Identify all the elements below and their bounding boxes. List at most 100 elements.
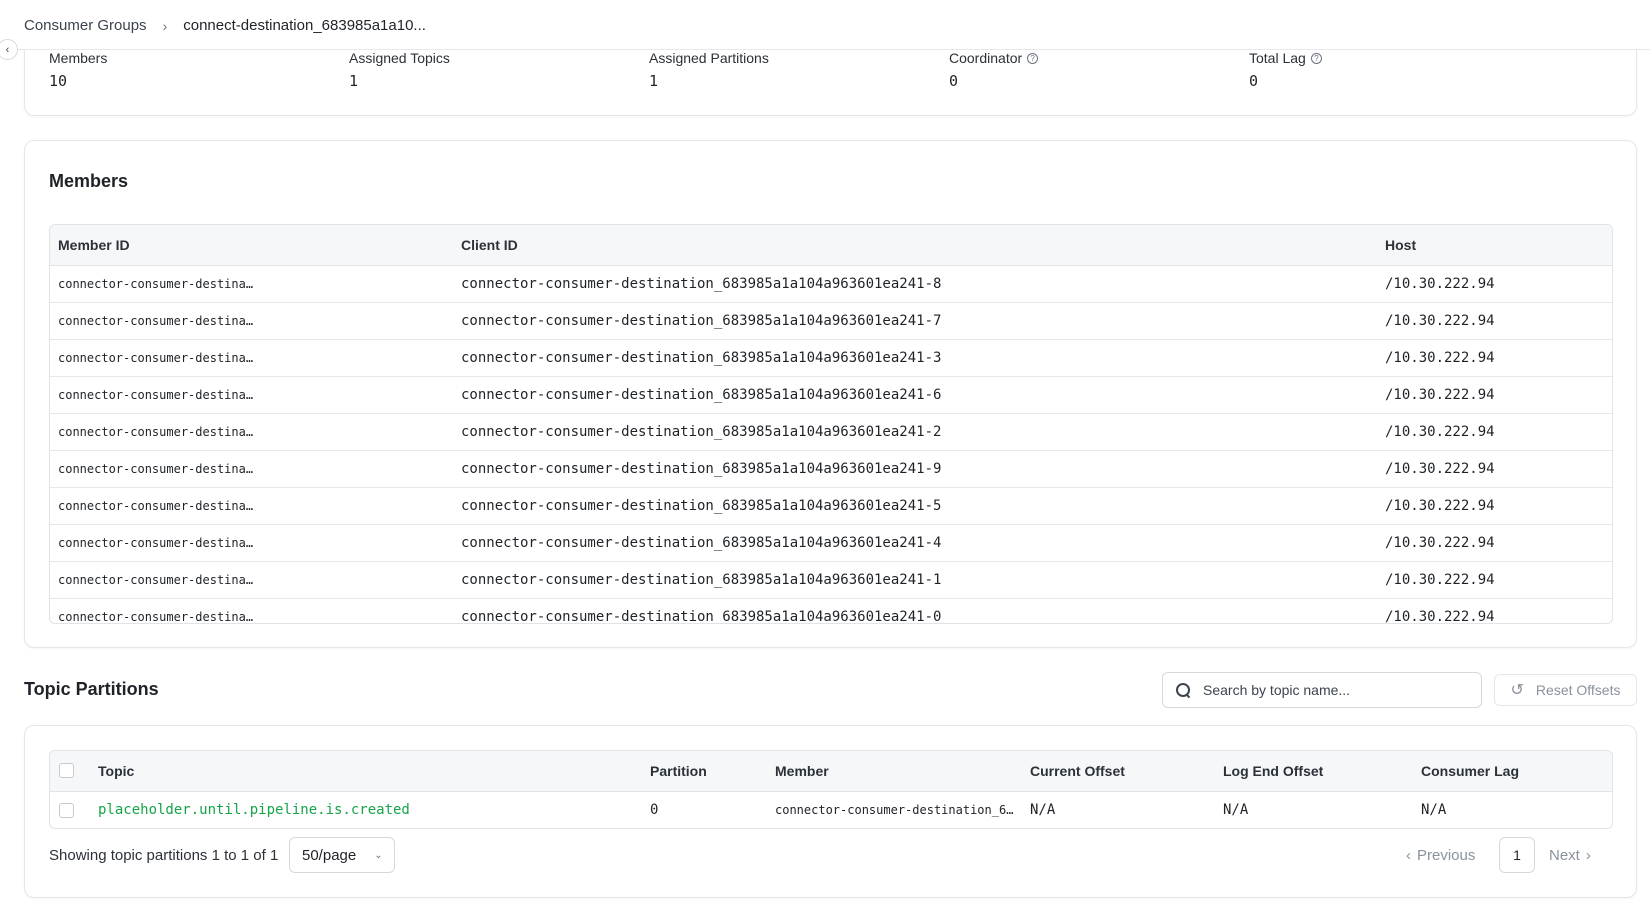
page-size-value: 50/page — [302, 846, 357, 864]
member-id-cell: connector-consumer-destina… — [58, 573, 254, 587]
column-header-log-end-offset: Log End Offset — [1223, 763, 1324, 779]
member-id-cell: connector-consumer-destina… — [58, 425, 254, 439]
members-table[interactable]: Member ID Client ID Host connector-consu… — [49, 224, 1613, 624]
topic-search-box[interactable] — [1162, 672, 1482, 708]
client-id-cell: connector-consumer-destination_683985a1a… — [461, 313, 942, 329]
breadcrumb-consumer-groups-link[interactable]: Consumer Groups — [24, 17, 147, 34]
host-cell: /10.30.222.94 — [1385, 387, 1495, 403]
stat-label: Assigned Partitions — [649, 50, 769, 66]
host-cell: /10.30.222.94 — [1385, 276, 1495, 292]
client-id-cell: connector-consumer-destination_683985a1a… — [461, 387, 942, 403]
stat-assigned-partitions: Assigned Partitions 1 — [649, 50, 769, 90]
stat-coordinator: Coordinator? 0 — [949, 50, 1039, 90]
stat-value: 0 — [949, 72, 959, 90]
table-row[interactable]: connector-consumer-destina… connector-con… — [50, 414, 1612, 451]
column-header-consumer-lag: Consumer Lag — [1421, 763, 1520, 779]
stat-value: 1 — [349, 72, 359, 90]
stat-value: 10 — [49, 72, 68, 90]
topic-partitions-title: Topic Partitions — [24, 679, 159, 699]
top-bar: Consumer Groups › connect-destination_68… — [0, 0, 1650, 50]
partition-cell: 0 — [650, 802, 659, 818]
host-cell: /10.30.222.94 — [1385, 461, 1495, 477]
member-id-cell: connector-consumer-destina… — [58, 462, 254, 476]
search-icon — [1175, 682, 1191, 698]
member-id-cell: connector-consumer-destina… — [58, 499, 254, 513]
help-icon[interactable]: ? — [1027, 52, 1039, 64]
select-all-checkbox[interactable] — [59, 763, 74, 778]
pagination-summary: Showing topic partitions 1 to 1 of 1 — [49, 847, 279, 864]
column-header-current-offset: Current Offset — [1030, 763, 1125, 779]
column-header-member: Member — [775, 763, 829, 779]
client-id-cell: connector-consumer-destination_683985a1a… — [461, 276, 942, 292]
topic-partitions-header: Topic Partition Member Current Offset Lo… — [50, 751, 1612, 792]
column-header-member-id: Member ID — [58, 237, 130, 253]
column-header-partition: Partition — [650, 763, 707, 779]
table-row[interactable]: connector-consumer-destina… connector-con… — [50, 451, 1612, 488]
table-row[interactable]: connector-consumer-destina… connector-con… — [50, 525, 1612, 562]
page-number-button[interactable]: 1 — [1499, 837, 1535, 873]
host-cell: /10.30.222.94 — [1385, 609, 1495, 624]
breadcrumb: Consumer Groups › connect-destination_68… — [24, 17, 426, 34]
host-cell: /10.30.222.94 — [1385, 350, 1495, 366]
chevron-right-icon: › — [1585, 847, 1591, 864]
member-id-cell: connector-consumer-destina… — [58, 536, 254, 550]
table-row[interactable]: connector-consumer-destina… connector-con… — [50, 488, 1612, 525]
client-id-cell: connector-consumer-destination_683985a1a… — [461, 535, 942, 551]
previous-page-button[interactable]: ‹ Previous — [1406, 847, 1475, 864]
host-cell: /10.30.222.94 — [1385, 424, 1495, 440]
topic-search-input[interactable] — [1203, 682, 1463, 698]
reset-offsets-button[interactable]: ↺ Reset Offsets — [1494, 674, 1637, 706]
member-id-cell: connector-consumer-destina… — [58, 351, 254, 365]
table-row[interactable]: connector-consumer-destina… connector-con… — [50, 599, 1612, 624]
client-id-cell: connector-consumer-destination_683985a1a… — [461, 498, 942, 514]
table-row[interactable]: connector-consumer-destina… connector-con… — [50, 266, 1612, 303]
sidebar-collapse-button[interactable]: ‹ — [0, 39, 18, 60]
table-row[interactable]: connector-consumer-destina… connector-con… — [50, 303, 1612, 340]
breadcrumb-current: connect-destination_683985a1a10... — [183, 17, 426, 34]
topic-link[interactable]: placeholder.until.pipeline.is.created — [98, 802, 410, 818]
members-card: Members Member ID Client ID Host connect… — [24, 140, 1637, 648]
members-title: Members — [49, 171, 129, 191]
consumer-lag-cell: N/A — [1421, 802, 1447, 818]
topic-partitions-table: Topic Partition Member Current Offset Lo… — [49, 750, 1613, 829]
host-cell: /10.30.222.94 — [1385, 535, 1495, 551]
column-header-host: Host — [1385, 237, 1417, 253]
member-id-cell: connector-consumer-destina… — [58, 388, 254, 402]
column-header-client-id: Client ID — [461, 237, 518, 253]
stat-label: Total Lag — [1249, 50, 1306, 66]
member-id-cell: connector-consumer-destina… — [58, 314, 254, 328]
log-end-offset-cell: N/A — [1223, 802, 1249, 818]
stat-value: 0 — [1249, 72, 1259, 90]
next-page-button[interactable]: Next › — [1549, 847, 1591, 864]
table-row[interactable]: connector-consumer-destina… connector-con… — [50, 340, 1612, 377]
chevron-left-icon: ‹ — [1406, 847, 1411, 864]
host-cell: /10.30.222.94 — [1385, 498, 1495, 514]
stat-value: 1 — [649, 72, 659, 90]
reset-icon: ↺ — [1510, 682, 1524, 699]
table-row[interactable]: connector-consumer-destina… connector-con… — [50, 562, 1612, 599]
current-offset-cell: N/A — [1030, 802, 1056, 818]
stat-assigned-topics: Assigned Topics 1 — [349, 50, 450, 90]
stat-members: Members 10 — [49, 50, 107, 90]
host-cell: /10.30.222.94 — [1385, 572, 1495, 588]
stat-total-lag: Total Lag? 0 — [1249, 50, 1322, 90]
client-id-cell: connector-consumer-destination_683985a1a… — [461, 572, 942, 588]
previous-label: Previous — [1417, 847, 1476, 864]
client-id-cell: connector-consumer-destination_683985a1a… — [461, 424, 942, 440]
member-id-cell: connector-consumer-destina… — [58, 277, 254, 291]
stat-label: Members — [49, 50, 108, 66]
help-icon[interactable]: ? — [1310, 52, 1322, 64]
row-checkbox[interactable] — [59, 803, 74, 818]
table-row[interactable]: connector-consumer-destina… connector-con… — [50, 377, 1612, 414]
page-size-select[interactable]: 50/page ⌄ — [289, 837, 395, 873]
topic-partitions-card: Topic Partition Member Current Offset Lo… — [24, 725, 1637, 898]
chevron-down-icon: ⌄ — [374, 849, 383, 861]
members-table-body: connector-consumer-destina… connector-con… — [50, 266, 1612, 624]
table-row[interactable]: placeholder.until.pipeline.is.created 0 … — [50, 792, 1612, 828]
members-table-header: Member ID Client ID Host — [50, 225, 1612, 266]
chevron-left-icon: ‹ — [5, 43, 10, 56]
client-id-cell: connector-consumer-destination_683985a1a… — [461, 350, 942, 366]
client-id-cell: connector-consumer-destination_683985a1a… — [461, 461, 942, 477]
next-label: Next — [1549, 847, 1580, 864]
host-cell: /10.30.222.94 — [1385, 313, 1495, 329]
